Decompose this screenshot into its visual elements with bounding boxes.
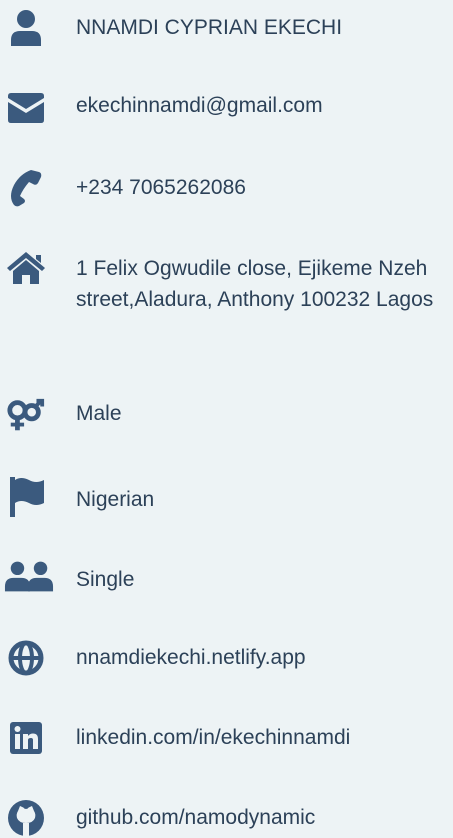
envelope-icon (6, 88, 46, 128)
home-icon (6, 248, 46, 288)
contact-gender: Male (76, 402, 122, 425)
contact-row-github[interactable]: github.com/namodynamic (0, 796, 453, 837)
gender-icon (6, 396, 46, 436)
contact-row-marital-status: Single (0, 556, 453, 600)
contact-row-address: 1 Felix Ogwudile close, Ejikeme Nzeh str… (0, 246, 453, 356)
contact-marital-status: Single (76, 568, 135, 591)
user-icon (6, 8, 46, 48)
contact-address: 1 Felix Ogwudile close, Ejikeme Nzeh str… (76, 257, 434, 311)
globe-icon (6, 638, 46, 678)
contact-github-link[interactable]: github.com/namodynamic (76, 802, 453, 833)
contact-name: NNAMDI CYPRIAN EKECHI (76, 16, 343, 39)
contact-phone-link[interactable]: +234 7065262086 (76, 172, 453, 203)
contact-info-list: NNAMDI CYPRIAN EKECHI ekechinnamdi@gmail… (0, 0, 453, 837)
contact-row-email[interactable]: ekechinnamdi@gmail.com (0, 86, 453, 128)
contact-row-nationality: Nigerian (0, 476, 453, 520)
contact-row-linkedin[interactable]: linkedin.com/in/ekechinnamdi (0, 716, 453, 760)
users-icon (4, 556, 54, 596)
contact-row-name: NNAMDI CYPRIAN EKECHI (0, 6, 453, 48)
contact-row-phone[interactable]: +234 7065262086 (0, 166, 453, 210)
contact-website-link[interactable]: nnamdiekechi.netlify.app (76, 642, 453, 673)
contact-nationality: Nigerian (76, 488, 155, 511)
phone-icon (6, 168, 46, 208)
contact-linkedin-link[interactable]: linkedin.com/in/ekechinnamdi (76, 722, 453, 753)
contact-row-gender: Male (0, 396, 453, 436)
flag-icon (6, 476, 46, 517)
linkedin-icon (6, 718, 46, 758)
contact-email-link[interactable]: ekechinnamdi@gmail.com (76, 90, 453, 121)
github-icon (6, 798, 46, 838)
contact-row-website[interactable]: nnamdiekechi.netlify.app (0, 636, 453, 680)
